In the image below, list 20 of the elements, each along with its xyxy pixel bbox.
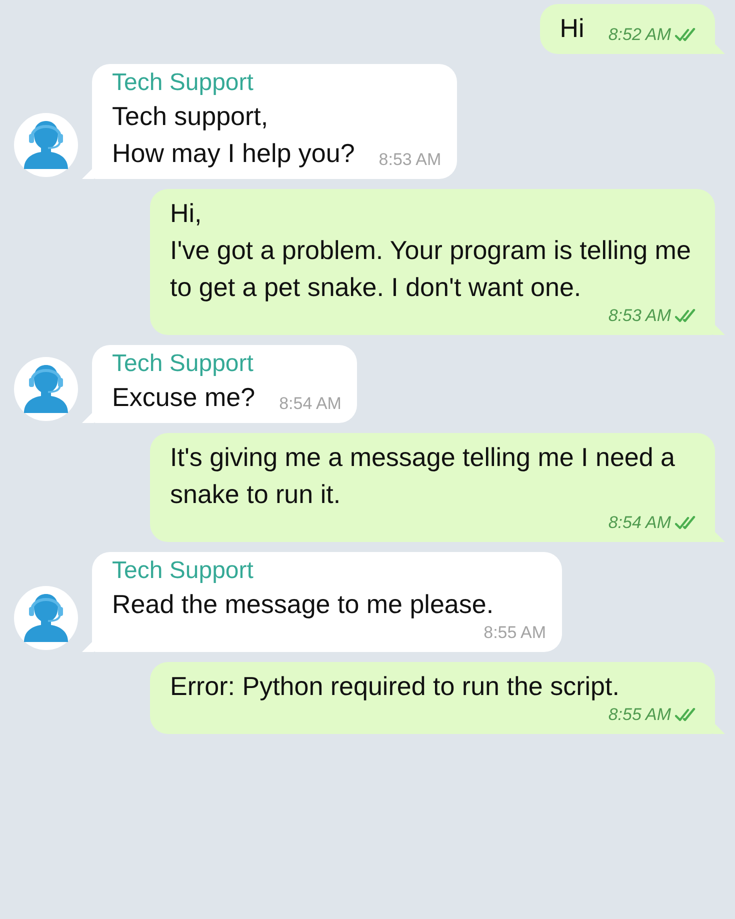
message-time: 8:55 AM — [608, 705, 671, 725]
sender-name: Tech Support — [112, 349, 254, 379]
message-time: 8:52 AM — [608, 25, 671, 45]
message-text: Excuse me? — [112, 381, 256, 414]
sender-name: Tech Support — [112, 68, 254, 98]
message-text: Hi, I've got a problem. Your program is telling me to get a pet snake. I don't want one. — [170, 197, 692, 304]
message-time: 8:54 AM — [279, 394, 342, 414]
message-time: 8:55 AM — [484, 623, 546, 643]
support-agent-avatar-icon — [14, 113, 78, 177]
support-agent-avatar-icon — [14, 357, 78, 421]
message-text: It's giving me a message telling me I need a snake to run it. — [170, 441, 676, 511]
message-text: Tech support, How may I help you? — [112, 100, 355, 170]
message-time: 8:53 AM — [378, 150, 442, 170]
message-time: 8:54 AM — [608, 513, 671, 533]
message-text: Hi — [560, 12, 584, 45]
support-agent-avatar-icon — [14, 586, 78, 650]
message-text: Read the message to me please. — [112, 588, 494, 621]
sender-name: Tech Support — [112, 556, 254, 586]
message-time: 8:53 AM — [608, 306, 671, 326]
message-text: Error: Python required to run the script. — [170, 670, 620, 703]
